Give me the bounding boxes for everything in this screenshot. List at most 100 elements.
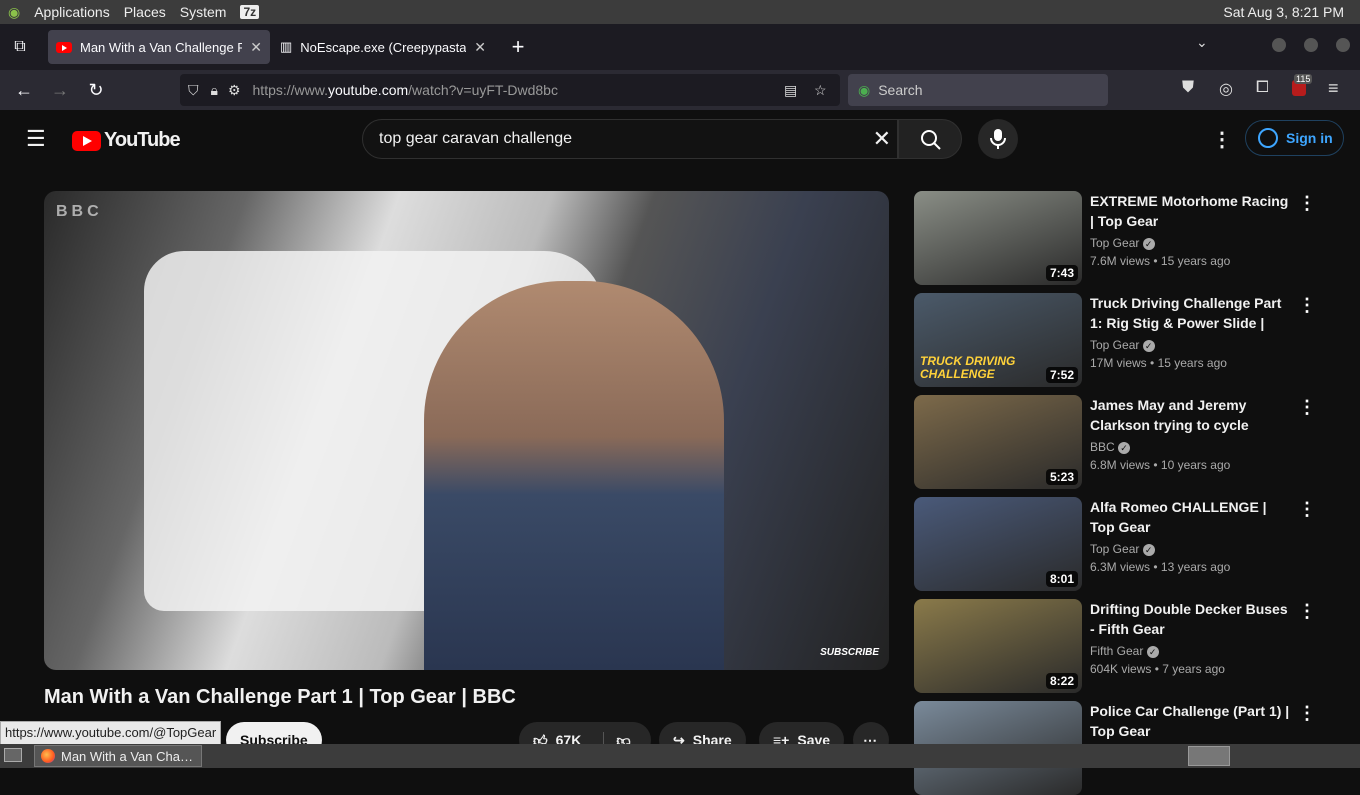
more-options-icon[interactable]: ⋮ — [1298, 601, 1316, 622]
recommendation-item[interactable]: 8:22 Drifting Double Decker Buses - Fifth… — [914, 599, 1334, 693]
search-query: top gear caravan challenge — [379, 130, 573, 147]
duration-badge: 7:52 — [1045, 367, 1078, 383]
7z-launcher[interactable]: 7z — [240, 5, 260, 19]
taskbar-item-label: Man With a Van Cha… — [61, 748, 193, 764]
channel-name[interactable]: Top Gear ✓ — [1090, 338, 1155, 352]
recommendation-title[interactable]: James May and Jeremy Clarkson trying to … — [1090, 395, 1290, 435]
more-options-icon[interactable]: ⋮ — [1298, 295, 1316, 316]
recommendation-title[interactable]: Alfa Romeo CHALLENGE | Top Gear — [1090, 497, 1290, 537]
youtube-favicon-icon — [56, 41, 72, 53]
recommendation-item[interactable]: 8:01 Alfa Romeo CHALLENGE | Top Gear Top G… — [914, 497, 1334, 591]
wiki-favicon-icon: ▥ — [280, 39, 293, 54]
channel-name[interactable]: Top Gear ✓ — [1090, 236, 1155, 250]
recommendation-title[interactable]: Drifting Double Decker Buses - Fifth Gea… — [1090, 599, 1290, 639]
tab-title: NoEscape.exe (Creepypasta — [300, 39, 467, 55]
more-options-icon[interactable]: ⋮ — [1298, 703, 1316, 724]
menu-places[interactable]: Places — [124, 4, 166, 20]
reader-view-icon[interactable]: ▤ — [784, 82, 797, 99]
view-count: 604K views — [1090, 662, 1152, 676]
channel-name[interactable]: Top Gear ✓ — [1090, 542, 1155, 556]
close-tab-icon[interactable]: ✕ — [250, 39, 262, 56]
back-icon[interactable]: ← — [6, 80, 42, 101]
extensions-icon[interactable]: ⧠ — [1256, 79, 1269, 97]
tab-youtube[interactable]: Man With a Van Challenge P ✕ — [48, 30, 270, 64]
url-path: /watch?v=uyFT-Dwd8bc — [408, 82, 558, 98]
duration-badge: 5:23 — [1045, 469, 1078, 485]
permissions-icon[interactable]: ⚙ — [228, 82, 241, 99]
ublock-count-badge: 115 — [1294, 74, 1313, 84]
forward-icon[interactable]: → — [42, 80, 78, 101]
window-close-icon[interactable] — [1336, 38, 1350, 52]
clock[interactable]: Sat Aug 3, 8:21 PM — [1223, 4, 1344, 20]
new-tab-icon[interactable]: + — [500, 34, 536, 60]
video-thumbnail[interactable]: 8:01 — [914, 497, 1082, 591]
taskbar-item-firefox[interactable]: Man With a Van Cha… — [34, 745, 202, 767]
channel-label: BBC — [1090, 440, 1115, 454]
recommendation-item[interactable]: 7:43 EXTREME Motorhome Racing | Top Gear T… — [914, 191, 1334, 285]
search-button[interactable] — [898, 119, 962, 159]
browser-nav-bar: ← → ↻ ⛉ 🔒︎ ⚙ https://www.youtube.com/wat… — [0, 70, 1360, 110]
channel-name[interactable]: Fifth Gear ✓ — [1090, 644, 1159, 658]
more-options-icon[interactable]: ⋮ — [1298, 397, 1316, 418]
shield-icon[interactable]: ⛉ — [188, 82, 199, 99]
window-maximize-icon[interactable] — [1304, 38, 1318, 52]
verified-check-icon: ✓ — [1142, 340, 1155, 352]
video-thumbnail[interactable]: 5:23 — [914, 395, 1082, 489]
url-prefix: https://www. — [252, 82, 328, 98]
taskbar: Man With a Van Cha… — [0, 744, 1360, 768]
browser-tab-bar: ⧉ Man With a Van Challenge P ✕ ▥ NoEscap… — [0, 24, 1360, 70]
view-count: 6.8M views — [1090, 458, 1151, 472]
recommendation-title[interactable]: Truck Driving Challenge Part 1: Rig Stig… — [1090, 293, 1290, 333]
subscribe-watermark[interactable]: SUBSCRIBE — [820, 647, 879, 658]
view-count: 17M views — [1090, 356, 1147, 370]
upload-age: 15 years ago — [1160, 254, 1231, 268]
tab-noescape[interactable]: ▥ NoEscape.exe (Creepypasta ✕ — [272, 30, 494, 64]
pocket-icon[interactable]: ⛊ — [1182, 79, 1194, 97]
video-player[interactable]: BBC SUBSCRIBE — [44, 191, 889, 670]
window-minimize-icon[interactable] — [1272, 38, 1286, 52]
firefox-icon — [41, 749, 55, 763]
account-icon[interactable]: ◎ — [1219, 79, 1233, 99]
channel-name[interactable]: BBC ✓ — [1090, 440, 1131, 454]
menu-system[interactable]: System — [180, 4, 227, 20]
tab-list-chevron-icon[interactable]: ⌄ — [1196, 34, 1208, 51]
channel-label: Top Gear — [1090, 236, 1140, 250]
duration-badge: 7:43 — [1045, 265, 1078, 281]
workspace-switcher[interactable] — [1188, 746, 1230, 766]
youtube-logo[interactable]: YouTube — [72, 129, 181, 152]
channel-label: Fifth Gear — [1090, 644, 1144, 658]
sign-in-button[interactable]: Sign in — [1245, 120, 1344, 156]
system-logo-icon[interactable]: ◉ — [8, 4, 20, 21]
show-desktop-icon[interactable] — [4, 748, 22, 762]
search-bar[interactable]: ◉ Search — [848, 74, 1108, 106]
video-thumbnail[interactable]: 8:22 — [914, 599, 1082, 693]
recommendation-title[interactable]: EXTREME Motorhome Racing | Top Gear — [1090, 191, 1290, 231]
menu-hamburger-icon[interactable]: ≡ — [1328, 78, 1339, 99]
settings-kebab-icon[interactable]: ⋮ — [1212, 127, 1232, 152]
more-options-icon[interactable]: ⋮ — [1298, 499, 1316, 520]
video-thumbnail[interactable]: TRUCK DRIVING CHALLENGE 7:52 — [914, 293, 1082, 387]
youtube-search-input[interactable]: top gear caravan challenge ✕ — [362, 119, 898, 159]
recommendation-item[interactable]: 5:23 James May and Jeremy Clarkson trying… — [914, 395, 1334, 489]
verified-check-icon: ✓ — [1146, 646, 1159, 658]
url-domain: youtube.com — [327, 82, 409, 98]
verified-check-icon: ✓ — [1118, 442, 1131, 454]
bookmark-star-icon[interactable]: ☆ — [814, 82, 827, 99]
url-text: https://www.youtube.com/watch?v=uyFT-Dwd… — [253, 82, 558, 98]
lock-icon[interactable]: 🔒︎ — [211, 82, 218, 99]
video-thumbnail[interactable]: 7:43 — [914, 191, 1082, 285]
search-icon — [921, 130, 941, 150]
url-bar[interactable]: ⛉ 🔒︎ ⚙ https://www.youtube.com/watch?v=u… — [180, 74, 840, 106]
video-meta: 6.8M views • 10 years ago — [1090, 458, 1231, 472]
tab-overview-icon[interactable]: ⧉ — [2, 38, 38, 56]
recommendation-title[interactable]: Police Car Challenge (Part 1) | Top Gear — [1090, 701, 1290, 741]
more-options-icon[interactable]: ⋮ — [1298, 193, 1316, 214]
guide-menu-icon[interactable]: ☰ — [26, 126, 46, 152]
close-tab-icon[interactable]: ✕ — [474, 39, 486, 56]
reload-icon[interactable]: ↻ — [78, 80, 114, 101]
clear-search-icon[interactable]: ✕ — [873, 126, 891, 152]
menu-applications[interactable]: Applications — [34, 4, 110, 20]
voice-search-button[interactable] — [978, 119, 1018, 159]
upload-age: 15 years ago — [1157, 356, 1227, 370]
recommendation-item[interactable]: TRUCK DRIVING CHALLENGE 7:52 Truck Driving… — [914, 293, 1334, 387]
